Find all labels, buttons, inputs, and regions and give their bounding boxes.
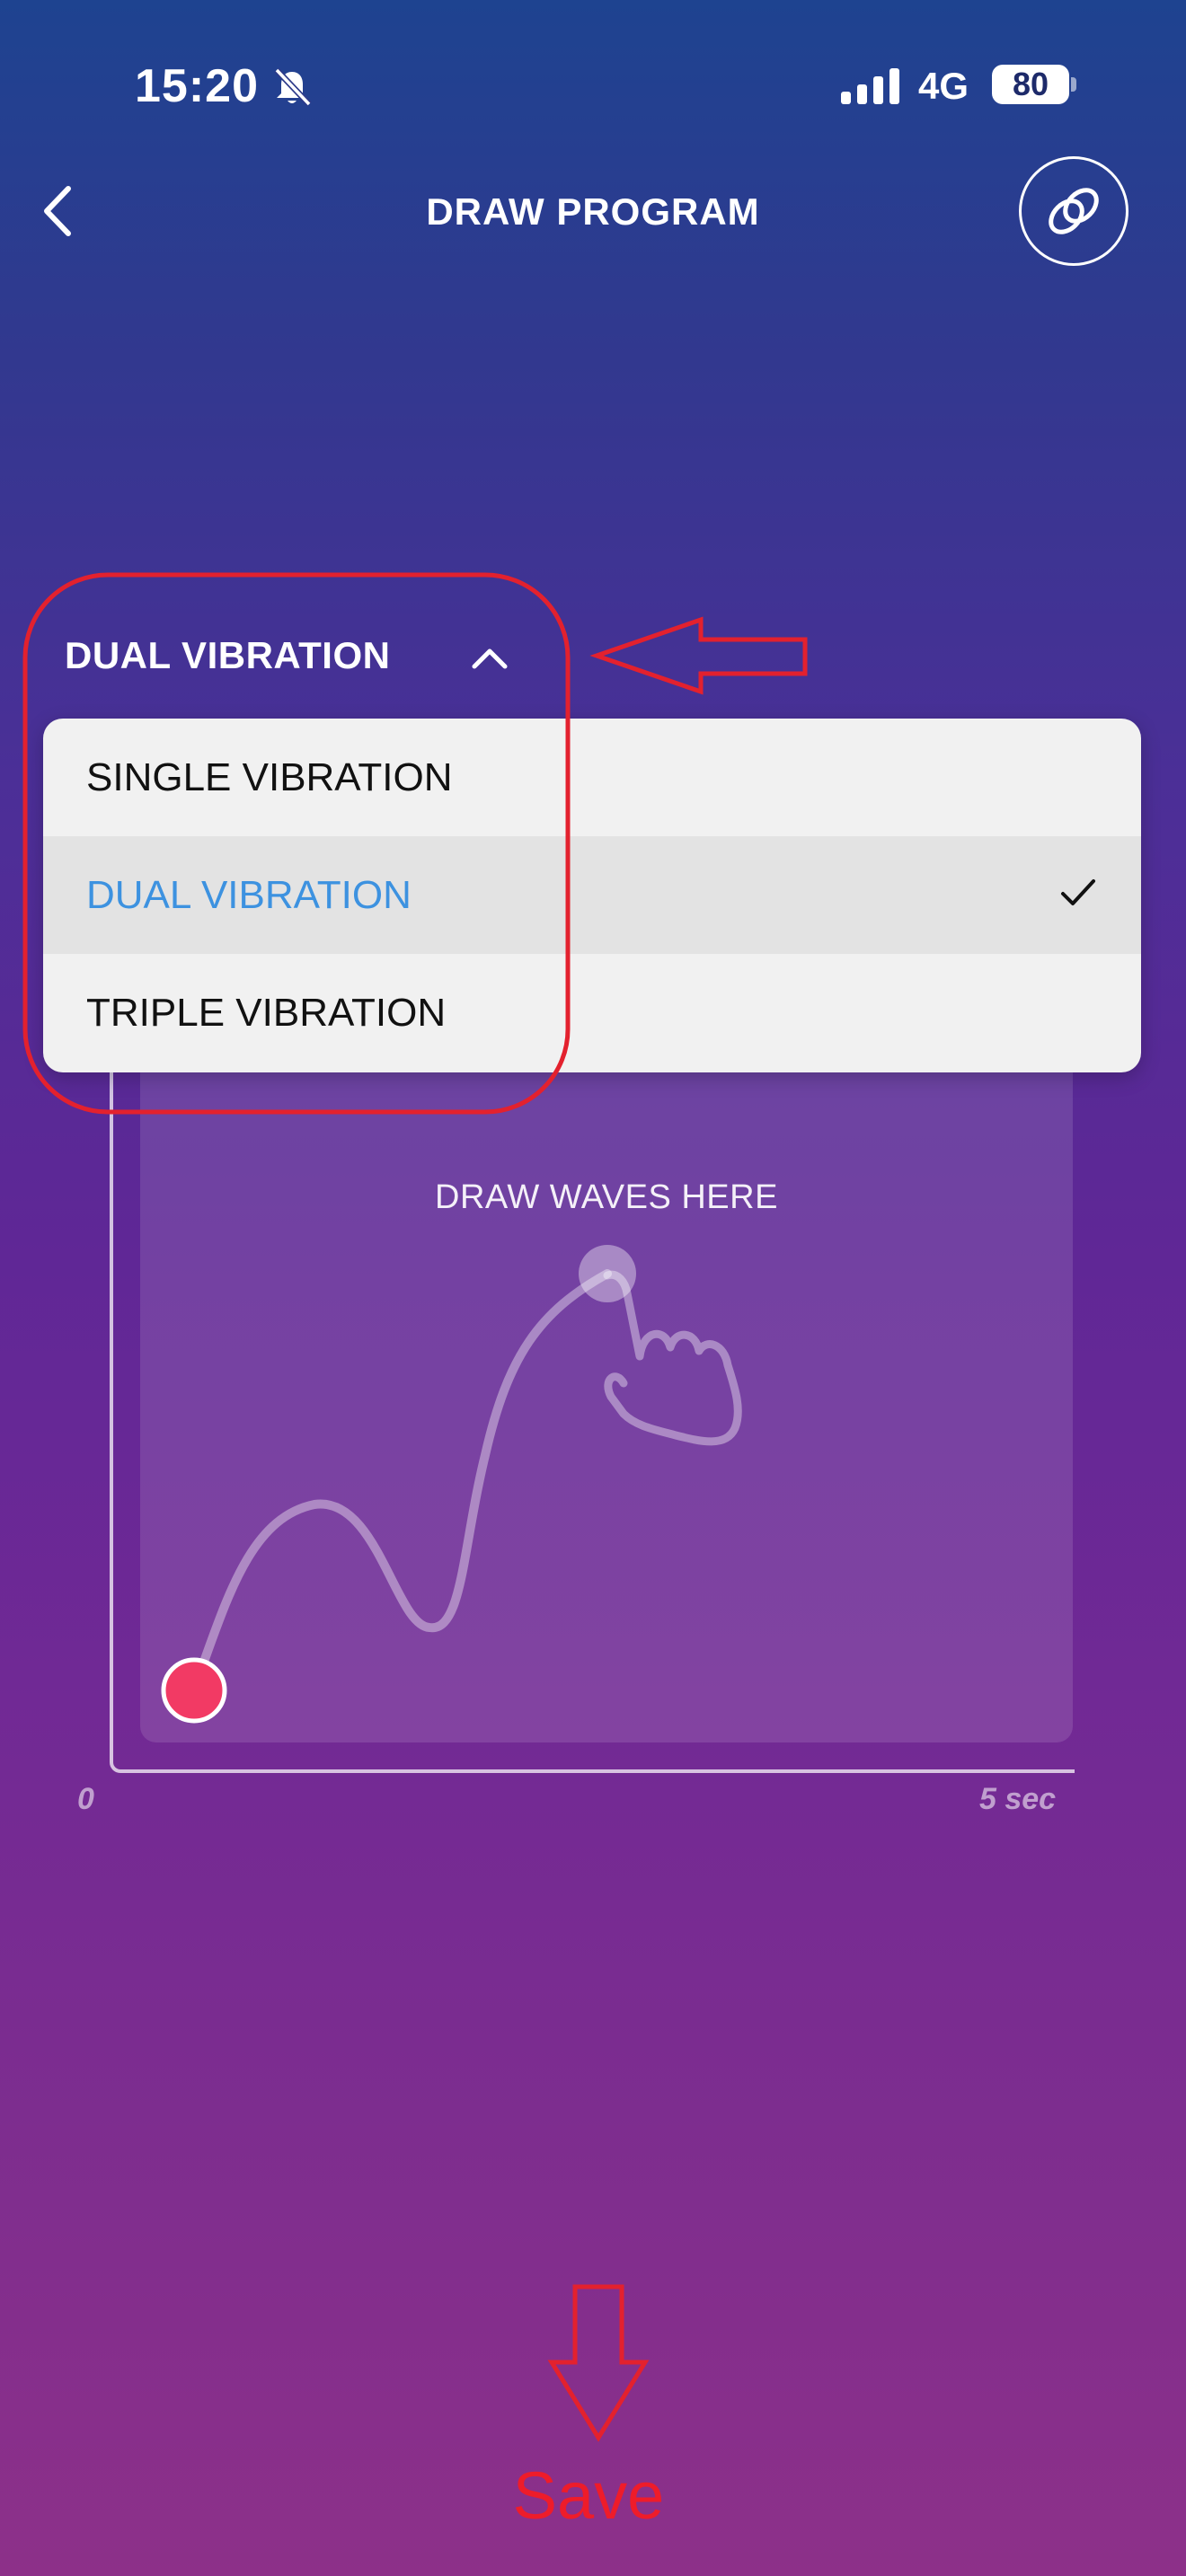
annotation-save-label: Save xyxy=(512,2458,665,2533)
annotation-left-arrow xyxy=(589,616,808,695)
annotation-highlight-box xyxy=(22,572,571,1115)
annotation-down-arrow xyxy=(547,2284,650,2442)
annotation-overlay xyxy=(22,572,808,2442)
app-screen: 15:20 4G 80 DRAW PROGRAM DUAL VIBRATION … xyxy=(0,0,1186,2576)
